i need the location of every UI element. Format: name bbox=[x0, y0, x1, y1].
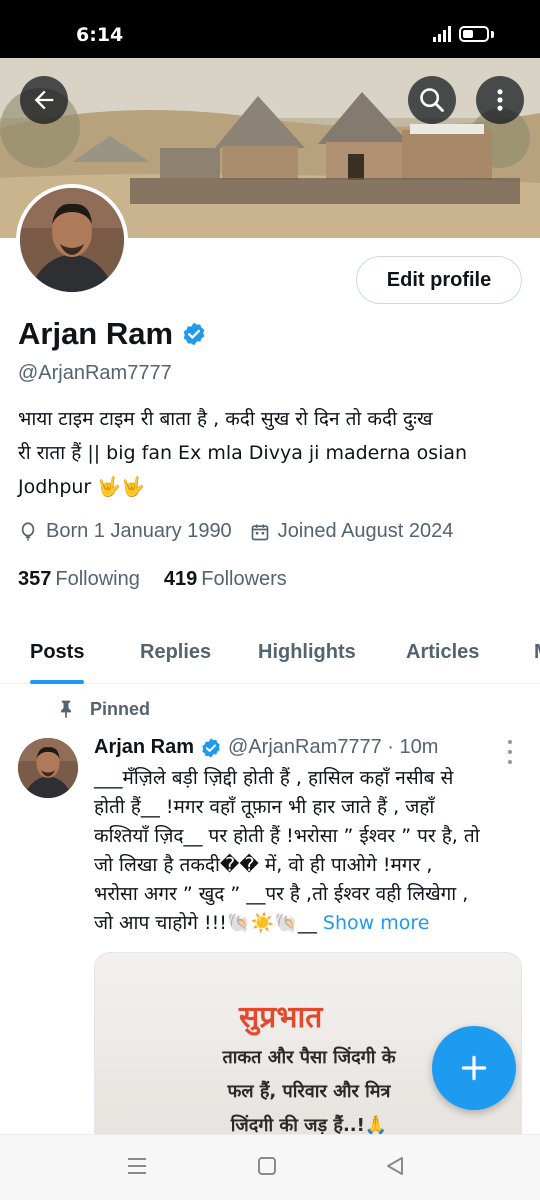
tab-media[interactable]: M bbox=[534, 620, 540, 684]
profile-meta: Born 1 January 1990 Joined August 2024 bbox=[18, 520, 453, 543]
bio-line: भाया टाइम टाइम री बाता है , कदी सुख रो द… bbox=[18, 408, 433, 430]
status-icons bbox=[433, 26, 494, 42]
bio-line: री राता हैं || big fan Ex mla Divya ji m… bbox=[18, 442, 468, 464]
verified-badge-icon bbox=[202, 737, 220, 758]
following-count: 357 bbox=[18, 568, 52, 590]
post-more-icon[interactable] bbox=[506, 740, 514, 764]
follow-stats: 357 Following 419 Followers bbox=[18, 568, 287, 591]
profile-bio: भाया टाइम टाइम री बाता है , कदी सुख रो द… bbox=[18, 402, 518, 504]
home-square-icon bbox=[258, 1157, 276, 1175]
back-nav-button[interactable] bbox=[384, 1155, 406, 1182]
recent-apps-button[interactable] bbox=[126, 1155, 148, 1182]
search-icon bbox=[420, 88, 444, 112]
calendar-icon bbox=[251, 524, 269, 540]
post-text-line: जो लिखा है तकदी�� में, वो ही पाओगे !मगर … bbox=[94, 854, 433, 876]
post-text-line: ___मँज़िले बड़ी ज़िद्दी होती हैं , हासिल… bbox=[94, 767, 454, 789]
show-more-link[interactable]: Show more bbox=[323, 912, 430, 934]
profile-handle: @ArjanRam7777 bbox=[18, 362, 172, 384]
avatar-image bbox=[18, 738, 78, 798]
followers-label: Followers bbox=[201, 568, 287, 590]
followers-count: 419 bbox=[163, 568, 198, 590]
post-text-line: भरोसा अगर ” खुद ” __पर है ,तो ईश्वर वही … bbox=[94, 883, 469, 905]
profile-name-row: Arjan Ram bbox=[18, 316, 207, 352]
profile-avatar[interactable] bbox=[16, 184, 128, 296]
search-button[interactable] bbox=[408, 76, 456, 124]
battery-tip bbox=[491, 30, 494, 38]
balloon-icon bbox=[21, 521, 35, 541]
home-button[interactable] bbox=[256, 1155, 278, 1182]
pinned-indicator: Pinned bbox=[56, 698, 150, 720]
post-text-line: कश्तियाँ ज़िद__ पर होती हैं !भरोसा ” ईश्… bbox=[94, 825, 480, 847]
edit-profile-button[interactable]: Edit profile bbox=[356, 256, 522, 304]
post-text-last: जो आप चाहोगे !!!🐚☀️🐚__ bbox=[94, 912, 323, 934]
verified-badge-icon[interactable] bbox=[181, 321, 207, 347]
triangle-back-icon bbox=[387, 1157, 403, 1175]
post-author-name[interactable]: Arjan Ram bbox=[94, 736, 194, 759]
menu-lines-icon bbox=[128, 1158, 146, 1174]
battery-icon bbox=[459, 26, 489, 42]
followers-link[interactable]: 419 Followers bbox=[164, 568, 287, 591]
tab-posts[interactable]: Posts bbox=[30, 620, 85, 684]
back-button[interactable] bbox=[20, 76, 68, 124]
profile-tabs: Posts Replies Highlights Articles M bbox=[0, 620, 540, 684]
more-vertical-icon bbox=[497, 89, 503, 111]
compose-button[interactable] bbox=[432, 1026, 516, 1110]
profile-name: Arjan Ram bbox=[18, 316, 174, 351]
signal-icon bbox=[433, 26, 451, 42]
more-options-button[interactable] bbox=[476, 76, 524, 124]
post-text-line: जो आप चाहोगे !!!🐚☀️🐚__ Show more bbox=[94, 909, 514, 938]
post-text-line: होती हैं__ !मगर वहाँ तूफ़ान भी हार जाते … bbox=[94, 796, 435, 818]
post-text[interactable]: ___मँज़िले बड़ी ज़िद्दी होती हैं , हासिल… bbox=[94, 764, 514, 938]
joined-date: Joined August 2024 bbox=[277, 520, 454, 542]
tab-articles[interactable]: Articles bbox=[406, 620, 479, 684]
joined-item: Joined August 2024 bbox=[250, 520, 454, 543]
avatar-image bbox=[20, 188, 124, 292]
post-handle-time: @ArjanRam7777 · 10m bbox=[228, 736, 439, 758]
pin-icon bbox=[61, 700, 71, 719]
image-title: सुप्रभात bbox=[239, 1000, 323, 1035]
arrow-left-icon bbox=[34, 90, 54, 110]
following-label: Following bbox=[55, 568, 140, 590]
post-header: Arjan Ram @ArjanRam7777 · 10m bbox=[94, 736, 438, 759]
birthday-item: Born 1 January 1990 bbox=[18, 520, 232, 543]
bio-line: Jodhpur 🤟🤟 bbox=[18, 476, 145, 498]
status-bar: 6:14 bbox=[0, 0, 540, 58]
post-author-avatar[interactable] bbox=[18, 738, 78, 798]
system-nav-bar bbox=[0, 1134, 540, 1200]
tab-highlights[interactable]: Highlights bbox=[258, 620, 356, 684]
tab-replies[interactable]: Replies bbox=[140, 620, 211, 684]
born-date: Born 1 January 1990 bbox=[46, 520, 232, 542]
plus-icon bbox=[461, 1055, 487, 1081]
following-link[interactable]: 357 Following bbox=[18, 568, 140, 591]
status-time: 6:14 bbox=[76, 24, 124, 46]
pinned-label: Pinned bbox=[90, 698, 151, 719]
